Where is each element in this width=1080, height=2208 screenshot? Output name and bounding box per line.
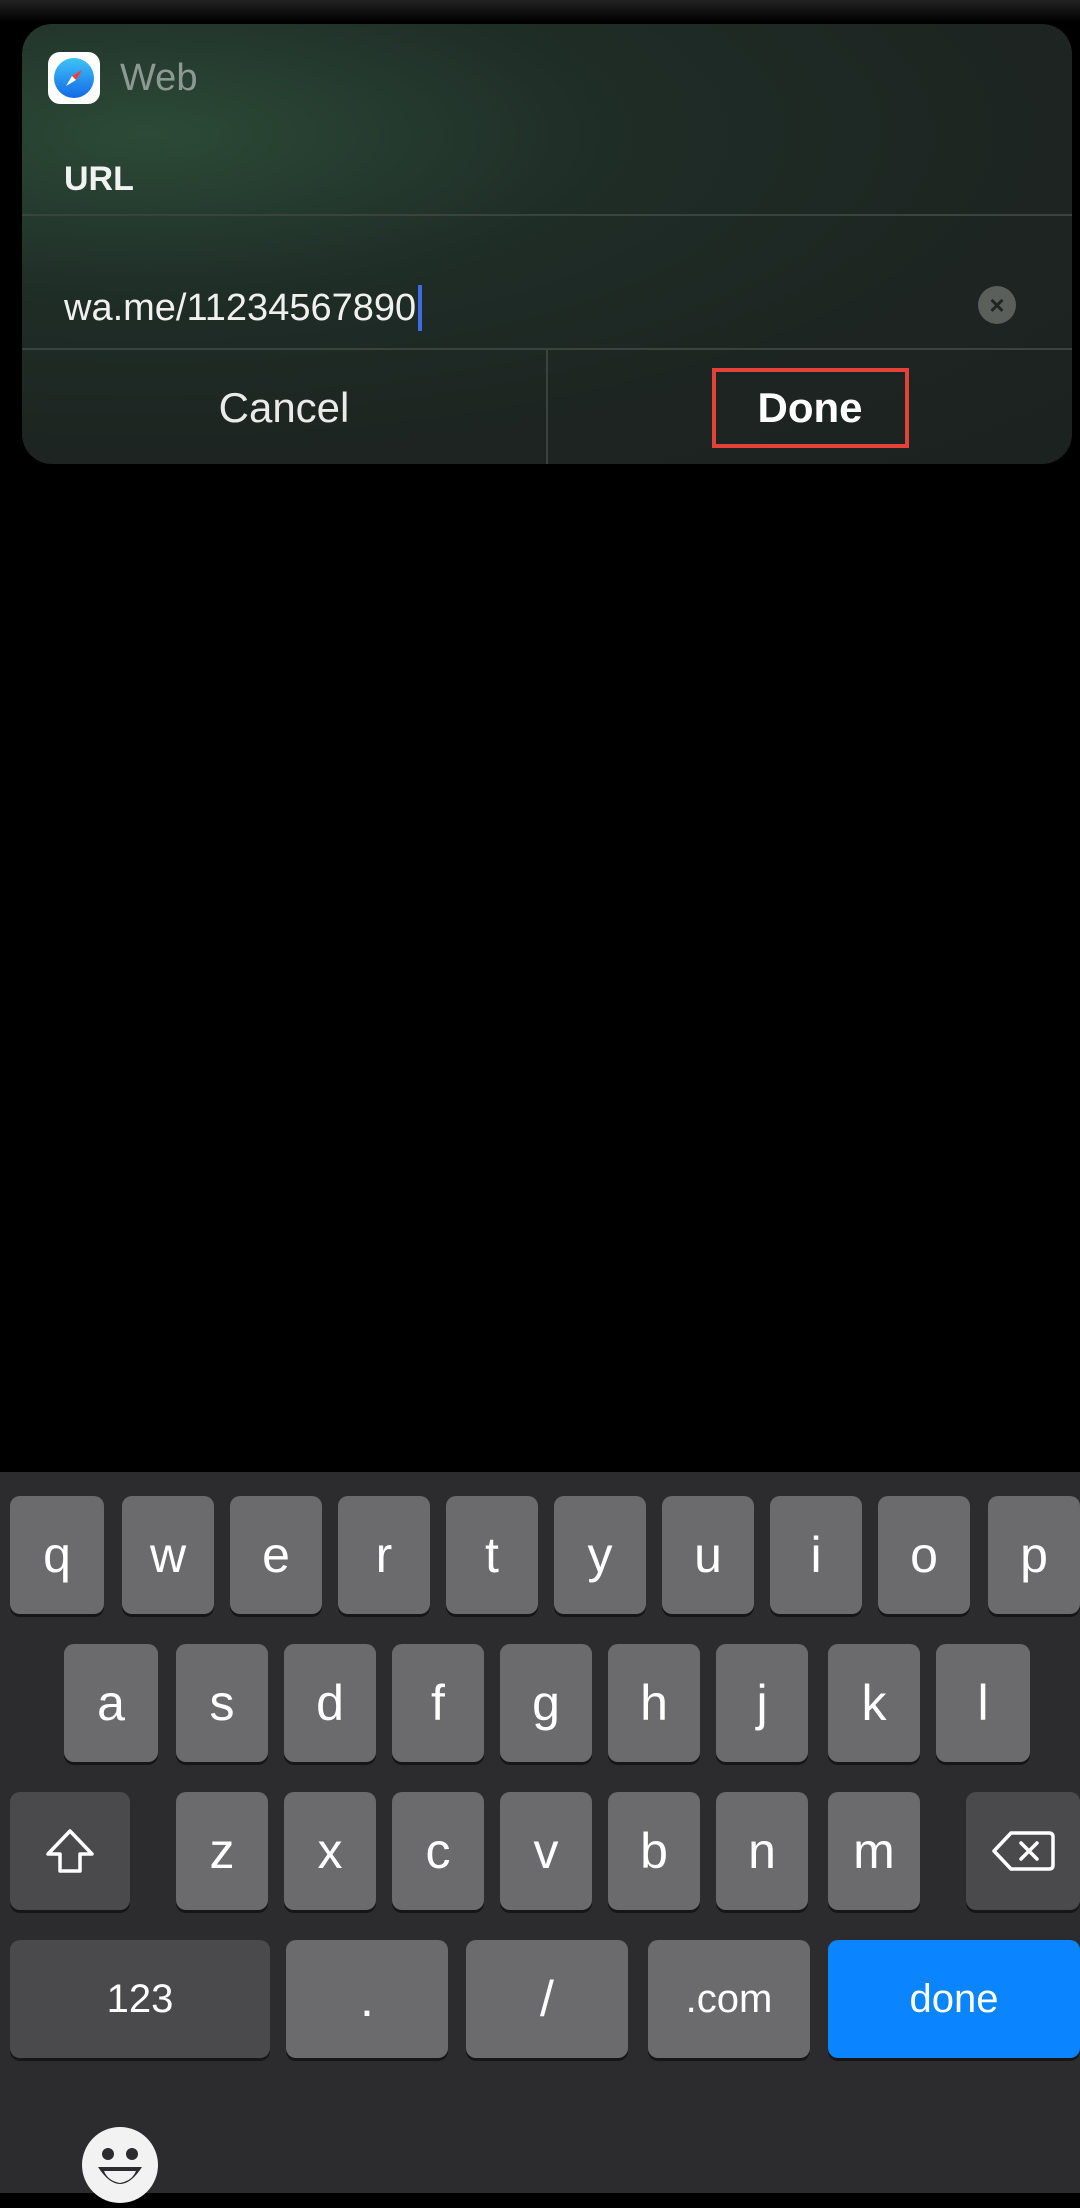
- key-i[interactable]: i: [770, 1496, 862, 1614]
- backspace-icon[interactable]: [966, 1792, 1080, 1910]
- key-v[interactable]: v: [500, 1792, 592, 1910]
- key-p[interactable]: p: [988, 1496, 1080, 1614]
- key-m[interactable]: m: [828, 1792, 920, 1910]
- key-r[interactable]: r: [338, 1496, 430, 1614]
- key-k[interactable]: k: [828, 1644, 920, 1762]
- text-cursor: [418, 285, 423, 331]
- app-name: Web: [120, 56, 198, 99]
- key-f[interactable]: f: [392, 1644, 484, 1762]
- key-g[interactable]: g: [500, 1644, 592, 1762]
- key-c[interactable]: c: [392, 1792, 484, 1910]
- key-q[interactable]: q: [10, 1496, 104, 1614]
- app-header: Web: [48, 50, 197, 106]
- divider: [22, 214, 1072, 216]
- done-button[interactable]: Done: [548, 352, 1072, 464]
- key-e[interactable]: e: [230, 1496, 322, 1614]
- keyboard: q w e r t y u i o p a s d f g h j k l z …: [0, 1472, 1080, 2193]
- field-label: URL: [64, 160, 134, 198]
- url-input[interactable]: wa.me/11234567890: [64, 276, 423, 340]
- key-t[interactable]: t: [446, 1496, 538, 1614]
- keyboard-done-key[interactable]: done: [828, 1940, 1080, 2058]
- background-top-edge: [0, 0, 1080, 22]
- key-x[interactable]: x: [284, 1792, 376, 1910]
- key-a[interactable]: a: [64, 1644, 158, 1762]
- shift-arrow-icon[interactable]: [10, 1792, 130, 1910]
- url-value: wa.me/11234567890: [64, 286, 417, 329]
- key-o[interactable]: o: [878, 1496, 970, 1614]
- key-j[interactable]: j: [716, 1644, 808, 1762]
- key-w[interactable]: w: [122, 1496, 214, 1614]
- slash-key[interactable]: /: [466, 1940, 628, 2058]
- key-z[interactable]: z: [176, 1792, 268, 1910]
- dotcom-key[interactable]: .com: [648, 1940, 810, 2058]
- key-y[interactable]: y: [554, 1496, 646, 1614]
- safari-compass-icon: [48, 52, 100, 104]
- key-d[interactable]: d: [284, 1644, 376, 1762]
- url-edit-dialog: Web URL wa.me/11234567890 × Cancel Done: [22, 24, 1072, 464]
- key-l[interactable]: l: [936, 1644, 1030, 1762]
- key-s[interactable]: s: [176, 1644, 268, 1762]
- clear-circle-icon[interactable]: ×: [978, 286, 1016, 324]
- numbers-key[interactable]: 123: [10, 1940, 270, 2058]
- done-button-label: Done: [711, 368, 909, 448]
- cancel-button[interactable]: Cancel: [22, 352, 546, 464]
- key-h[interactable]: h: [608, 1644, 700, 1762]
- emoji-smiley-icon[interactable]: [82, 2127, 158, 2203]
- dot-key[interactable]: .: [286, 1940, 448, 2058]
- key-u[interactable]: u: [662, 1496, 754, 1614]
- key-b[interactable]: b: [608, 1792, 700, 1910]
- key-n[interactable]: n: [716, 1792, 808, 1910]
